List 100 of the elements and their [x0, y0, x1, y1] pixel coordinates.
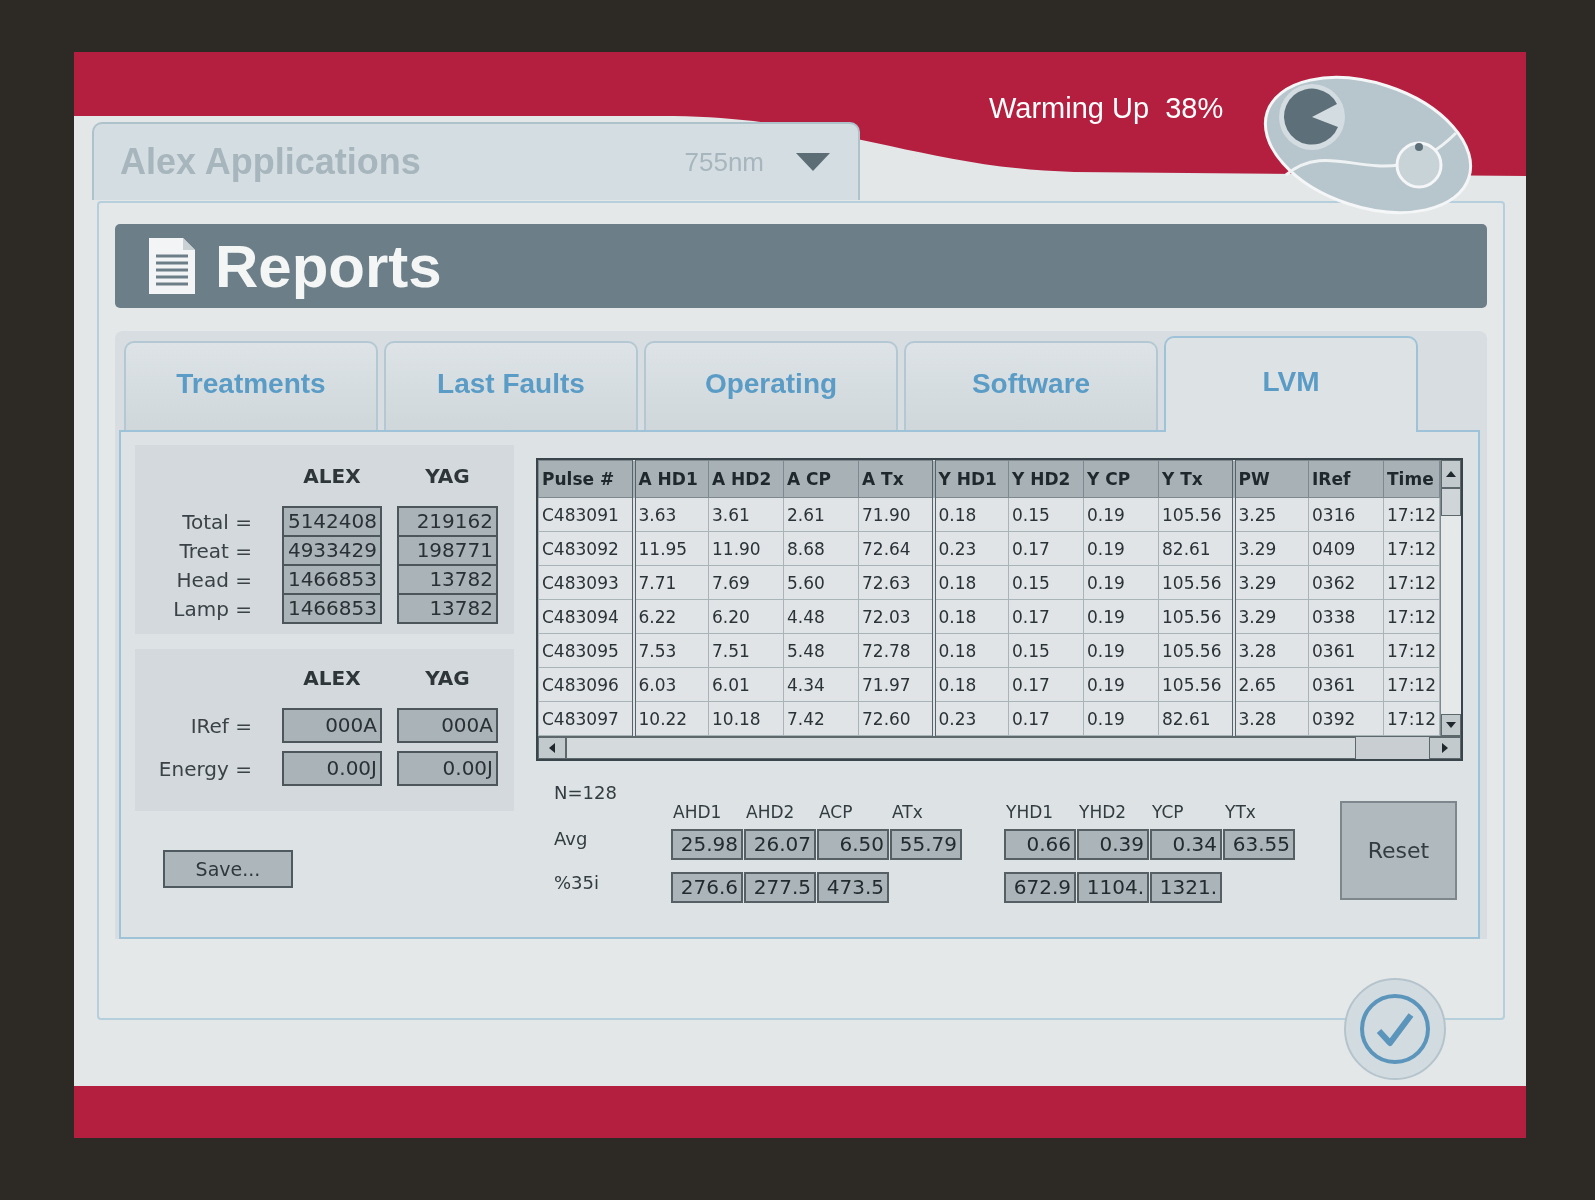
value-field: 000A	[282, 708, 382, 743]
value-field: 63.55	[1223, 829, 1295, 860]
table-cell: 3.28	[1233, 633, 1309, 668]
value-field: 219162	[397, 506, 498, 537]
value-field: 672.9	[1004, 872, 1076, 903]
table-cell: 4.34	[783, 667, 859, 702]
table-cell: 0338	[1308, 599, 1384, 634]
arrow-right-icon	[1442, 743, 1448, 753]
value-field: 25.98	[671, 829, 743, 860]
table-cell: 0361	[1308, 667, 1384, 702]
document-icon	[147, 236, 197, 296]
column-header: YAG	[424, 464, 471, 488]
table-cell: C483092	[538, 531, 634, 566]
table-cell: 6.20	[708, 599, 784, 634]
value-field: 13782	[397, 564, 498, 595]
column-header: A HD2	[708, 460, 784, 498]
table-cell: 2.65	[1233, 667, 1309, 702]
table-cell: 0.19	[1083, 599, 1159, 634]
scroll-up-button[interactable]	[1441, 460, 1461, 488]
table-cell: 3.28	[1233, 701, 1309, 736]
row-label: Total =	[181, 509, 252, 534]
scroll-thumb[interactable]	[1441, 488, 1461, 516]
column-header: Time	[1383, 460, 1440, 498]
table-cell: 10.22	[633, 701, 709, 736]
caret-icon	[796, 153, 830, 171]
value-field: 0.39	[1077, 829, 1149, 860]
value-field: 1466853	[282, 593, 382, 624]
tab[interactable]: LVM	[1164, 336, 1418, 432]
table-cell: 3.25	[1233, 497, 1309, 532]
scroll-thumb[interactable]	[566, 737, 1356, 759]
table-cell: 5.60	[783, 565, 859, 600]
tab[interactable]: Treatments	[124, 341, 378, 430]
value-field: 0.00J	[282, 751, 382, 786]
tab[interactable]: Software	[904, 341, 1158, 430]
arrow-up-icon	[1446, 471, 1456, 477]
table-cell: 17:12	[1383, 701, 1440, 736]
table-cell: 7.69	[708, 565, 784, 600]
table-cell: 0.19	[1083, 531, 1159, 566]
table-cell: 5.48	[783, 633, 859, 668]
table-cell: 0392	[1308, 701, 1384, 736]
column-header: Pulse #	[538, 460, 634, 498]
column-header: Y HD1	[933, 460, 1009, 498]
count-label: N=128	[554, 782, 617, 804]
table-cell: 0.17	[1008, 599, 1084, 634]
table-cell: 10.18	[708, 701, 784, 736]
column-header: YHD2	[1078, 801, 1128, 823]
table-cell: 0.19	[1083, 565, 1159, 600]
table-cell: 0.15	[1008, 633, 1084, 668]
tab[interactable]: Operating	[644, 341, 898, 430]
table-cell: 7.71	[633, 565, 709, 600]
value-field: 0.66	[1004, 829, 1076, 860]
value-field: 198771	[397, 535, 498, 566]
table-cell: 0361	[1308, 633, 1384, 668]
column-header: YHD1	[1005, 801, 1055, 823]
column-header: ATx	[891, 801, 924, 823]
reset-button[interactable]: Reset	[1340, 801, 1457, 900]
table-cell: 17:12	[1383, 497, 1440, 532]
save-button[interactable]: Save...	[163, 850, 293, 888]
table-cell: 6.22	[633, 599, 709, 634]
value-field: 26.07	[744, 829, 816, 860]
table-cell: 17:12	[1383, 599, 1440, 634]
value-field: 55.79	[890, 829, 962, 860]
table-cell: 0.23	[933, 531, 1009, 566]
table-cell: 0.23	[933, 701, 1009, 736]
value-field: 4933429	[282, 535, 382, 566]
table-cell: 17:12	[1383, 633, 1440, 668]
column-header: Y HD2	[1008, 460, 1084, 498]
table-cell: C483097	[538, 701, 634, 736]
tab[interactable]: Last Faults	[384, 341, 638, 430]
row-label: IRef =	[189, 713, 252, 738]
value-field: 1321.	[1150, 872, 1222, 903]
table-cell: 17:12	[1383, 531, 1440, 566]
scroll-left-button[interactable]	[538, 737, 566, 759]
value-field: 0.00J	[397, 751, 498, 786]
row-label: Energy =	[157, 756, 252, 781]
column-header: PW	[1233, 460, 1309, 498]
table-cell: 3.63	[633, 497, 709, 532]
table-cell: 0.18	[933, 667, 1009, 702]
table-cell: 0.15	[1008, 565, 1084, 600]
column-header: YTx	[1224, 801, 1257, 823]
table-cell: 0362	[1308, 565, 1384, 600]
value-field: 13782	[397, 593, 498, 624]
column-header: YAG	[424, 666, 471, 690]
value-field: 276.6	[671, 872, 743, 903]
value-field: 6.50	[817, 829, 889, 860]
scroll-right-button[interactable]	[1429, 737, 1461, 759]
column-header: IRef	[1308, 460, 1384, 498]
scroll-down-button[interactable]	[1441, 714, 1461, 736]
value-field: 5142408	[282, 506, 382, 537]
table-cell: 0.19	[1083, 633, 1159, 668]
table-cell: 0.18	[933, 497, 1009, 532]
value-field: 000A	[397, 708, 498, 743]
table-cell: C483095	[538, 633, 634, 668]
arrow-down-icon	[1446, 722, 1456, 728]
column-header: AHD2	[745, 801, 796, 823]
table-cell: 8.68	[783, 531, 859, 566]
table-cell: 3.29	[1233, 565, 1309, 600]
table-cell: 0.19	[1083, 497, 1159, 532]
table-cell: 0.18	[933, 565, 1009, 600]
row-label: %35i	[554, 872, 599, 894]
